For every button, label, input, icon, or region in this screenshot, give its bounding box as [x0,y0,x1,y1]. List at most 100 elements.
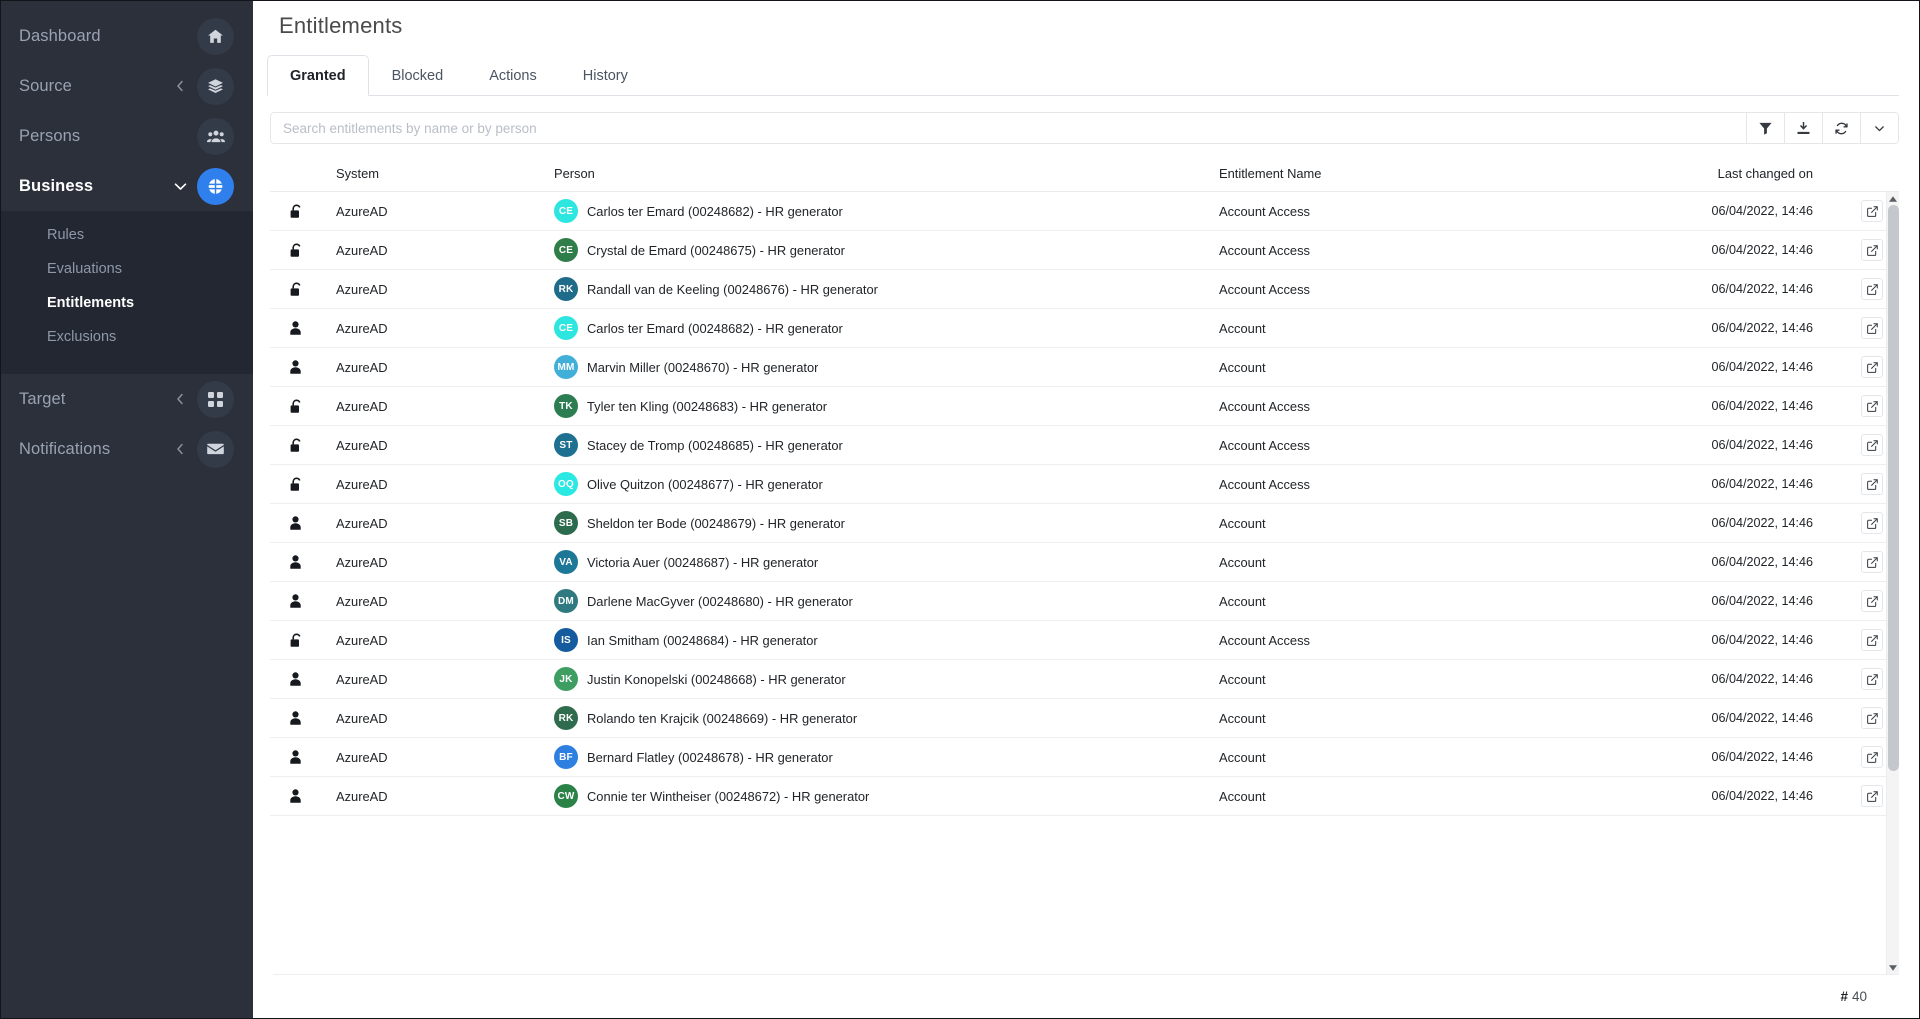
external-link-icon[interactable] [1861,746,1883,768]
avatar: IS [554,628,578,652]
scrollbar-thumb[interactable] [1888,205,1899,771]
sidebar-item-label: Notifications [19,439,111,458]
sidebar-subitem-entitlements[interactable]: Entitlements [1,286,253,320]
layers-icon[interactable] [197,67,234,105]
chevron-left-icon[interactable] [169,443,191,455]
tab-history[interactable]: History [560,55,651,96]
person-name: Crystal de Emard (00248675) - HR generat… [587,242,845,258]
sidebar-subitem-rules[interactable]: Rules [1,218,253,252]
cell-actions [1813,278,1883,300]
tab-label: Blocked [391,68,444,84]
table-footer: #40 [273,974,1899,1018]
chevron-left-icon[interactable] [169,393,191,405]
cell-system: AzureAD [336,632,388,648]
sidebar-item-target[interactable]: Target [1,374,253,424]
external-link-icon[interactable] [1861,356,1883,378]
tab-label: History [582,68,628,84]
cell-system: AzureAD [336,398,388,414]
person-icon [270,554,336,570]
users-icon[interactable] [197,117,234,155]
sidebar-subitem-label: Exclusions [47,329,117,345]
sidebar-item-dashboard[interactable]: Dashboard [1,11,253,61]
unlock-icon [270,437,336,453]
cell-last-changed-on: 06/04/2022, 14:46 [1711,789,1813,803]
external-link-icon[interactable] [1861,629,1883,651]
filter-icon[interactable] [1747,112,1785,144]
table-row[interactable]: AzureAD JK Justin Konopelski (00248668) - … [270,660,1899,699]
external-link-icon[interactable] [1861,512,1883,534]
table-row[interactable]: AzureAD IS Ian Smitham (00248684) - HR gen… [270,621,1899,660]
external-link-icon[interactable] [1861,395,1883,417]
download-icon[interactable] [1785,112,1823,144]
scroll-down-arrow[interactable] [1887,961,1899,974]
table-row[interactable]: AzureAD CE Crystal de Emard (00248675) - H… [270,231,1899,270]
sidebar-subitem-evaluations[interactable]: Evaluations [1,252,253,286]
search-input[interactable] [270,112,1747,144]
unlock-icon [270,476,336,492]
home-icon[interactable] [197,17,234,55]
avatar: BF [554,745,578,769]
table-row[interactable]: AzureAD ST Stacey de Tromp (00248685) - HR… [270,426,1899,465]
cell-actions [1813,434,1883,456]
external-link-icon[interactable] [1861,278,1883,300]
external-link-icon[interactable] [1861,668,1883,690]
sidebar-primary-nav: Dashboard Source Persons Business [1,11,253,211]
cell-system: AzureAD [336,710,388,726]
business-icon[interactable] [197,167,234,205]
table-row[interactable]: AzureAD TK Tyler ten Kling (00248683) - HR… [270,387,1899,426]
tab-actions[interactable]: Actions [466,55,560,96]
sidebar-item-notifications[interactable]: Notifications [1,424,253,474]
external-link-icon[interactable] [1861,473,1883,495]
table-row[interactable]: AzureAD OQ Olive Quitzon (00248677) - HR g… [270,465,1899,504]
person-name: Darlene MacGyver (00248680) - HR generat… [587,593,853,609]
table-row[interactable]: AzureAD SB Sheldon ter Bode (00248679) - H… [270,504,1899,543]
sidebar-item-business[interactable]: Business [1,161,253,211]
column-header-changed-on: Last changed on [1717,166,1813,181]
cell-last-changed-on: 06/04/2022, 14:46 [1711,243,1813,257]
external-link-icon[interactable] [1861,785,1883,807]
table-vertical-scrollbar[interactable] [1886,192,1899,974]
table-row[interactable]: AzureAD BF Bernard Flatley (00248678) - HR… [270,738,1899,777]
table-row[interactable]: AzureAD DM Darlene MacGyver (00248680) - H… [270,582,1899,621]
external-link-icon[interactable] [1861,317,1883,339]
cell-last-changed-on: 06/04/2022, 14:46 [1711,360,1813,374]
table-row[interactable]: AzureAD CE Carlos ter Emard (00248682) - H… [270,309,1899,348]
envelope-icon[interactable] [197,430,234,468]
person-icon [270,359,336,375]
tab-blocked[interactable]: Blocked [369,55,467,96]
sidebar-item-label: Target [19,389,66,408]
table-row[interactable]: AzureAD VA Victoria Auer (00248687) - HR g… [270,543,1899,582]
refresh-icon[interactable] [1823,112,1861,144]
external-link-icon[interactable] [1861,239,1883,261]
tab-granted[interactable]: Granted [267,55,369,96]
cell-actions [1813,317,1883,339]
avatar: MM [554,355,578,379]
table-row[interactable]: AzureAD RK Randall van de Keeling (0024867… [270,270,1899,309]
external-link-icon[interactable] [1861,590,1883,612]
external-link-icon[interactable] [1861,434,1883,456]
chevron-left-icon[interactable] [169,80,191,92]
table-row[interactable]: AzureAD RK Rolando ten Krajcik (00248669) … [270,699,1899,738]
sidebar-item-label: Business [19,176,94,195]
chevron-down-icon[interactable] [169,182,191,191]
cell-system: AzureAD [336,671,388,687]
person-name: Rolando ten Krajcik (00248669) - HR gene… [587,710,858,726]
grid-icon[interactable] [197,380,234,418]
cell-person: JK Justin Konopelski (00248668) - HR gene… [554,667,1219,691]
cell-actions [1813,668,1883,690]
sidebar-subitem-exclusions[interactable]: Exclusions [1,320,253,354]
external-link-icon[interactable] [1861,707,1883,729]
scroll-up-arrow[interactable] [1887,192,1899,205]
external-link-icon[interactable] [1861,200,1883,222]
sidebar-item-persons[interactable]: Persons [1,111,253,161]
table-row[interactable]: AzureAD MM Marvin Miller (00248670) - HR g… [270,348,1899,387]
sidebar-item-source[interactable]: Source [1,61,253,111]
cell-entitlement-name: Account Access [1219,203,1310,219]
sidebar-subitem-label: Entitlements [47,295,135,311]
external-link-icon[interactable] [1861,551,1883,573]
avatar: DM [554,589,578,613]
table-row[interactable]: AzureAD CE Carlos ter Emard (00248682) - H… [270,192,1899,231]
chevron-down-icon[interactable] [1861,112,1899,144]
table-row[interactable]: AzureAD CW Connie ter Wintheiser (00248672… [270,777,1899,816]
cell-person: BF Bernard Flatley (00248678) - HR genera… [554,745,1219,769]
